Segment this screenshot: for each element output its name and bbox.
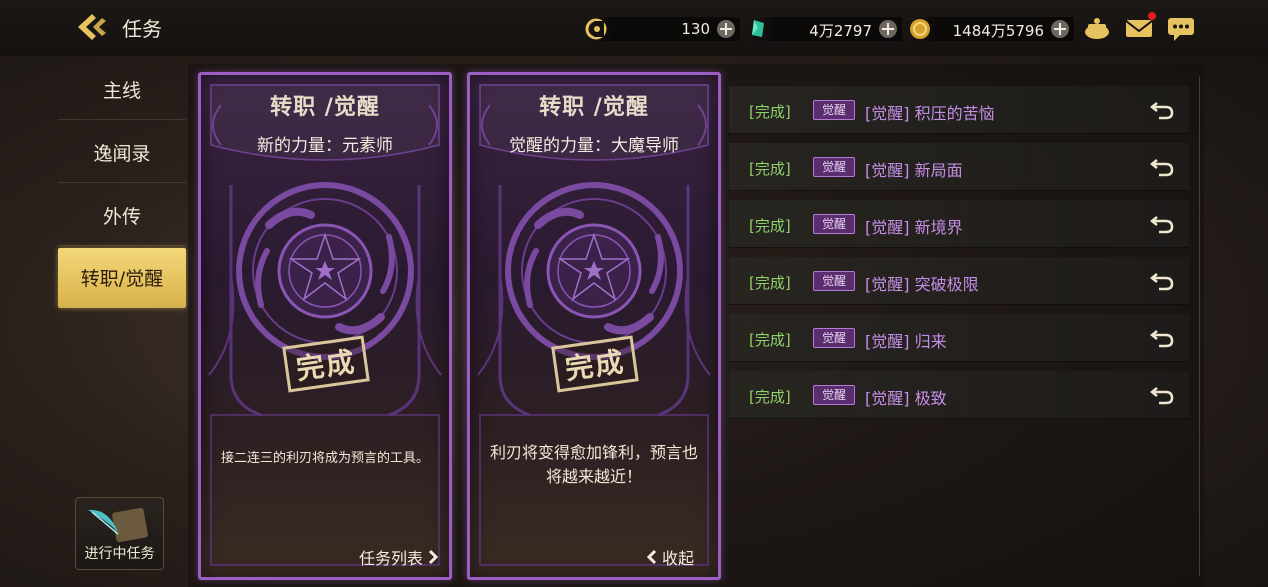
sidebar-item-anecdotes[interactable]: 逸闻录 bbox=[58, 123, 186, 183]
currency-gem: 4万2797 bbox=[752, 17, 902, 41]
sidebar-item-job-awakening[interactable]: 转职/觉醒 bbox=[58, 248, 186, 308]
add-energy-button[interactable] bbox=[716, 19, 736, 39]
card-subtitle: 觉醒的力量：大魔导师 bbox=[509, 136, 679, 156]
quest-name: [觉醒] 归来 bbox=[865, 332, 947, 351]
return-arrow-icon[interactable] bbox=[1149, 212, 1175, 236]
return-arrow-icon[interactable] bbox=[1149, 155, 1175, 179]
quest-row[interactable]: [完成] 觉醒 [觉醒] 突破极限 bbox=[729, 257, 1189, 305]
green-gem-icon bbox=[746, 17, 770, 41]
quest-name: [觉醒] 极致 bbox=[865, 389, 947, 408]
sidebar-item-label: 外传 bbox=[102, 206, 141, 228]
currency-gold: 1484万5796 bbox=[910, 17, 1074, 41]
awakening-card: 转职 /觉醒 觉醒的力量：大魔导师 完成 利刃将变得愈加锋利，预言也将越来越近！… bbox=[467, 72, 721, 580]
quest-row[interactable]: [完成] 觉醒 [觉醒] 极致 bbox=[729, 371, 1189, 419]
page-title: 任务 bbox=[122, 17, 162, 41]
gold-value: 1484万5796 bbox=[952, 22, 1044, 40]
quest-status: [完成] bbox=[749, 103, 791, 121]
quest-list-label: 任务列表 bbox=[358, 549, 423, 568]
quest-tag: 觉醒 bbox=[813, 100, 855, 120]
quest-name: [觉醒] 新局面 bbox=[865, 161, 963, 180]
ongoing-quests-label: 进行中任务 bbox=[84, 546, 155, 562]
ongoing-quests-button[interactable]: 进行中任务 bbox=[75, 497, 164, 570]
chat-icon[interactable] bbox=[1166, 14, 1196, 42]
back-arrow-icon[interactable] bbox=[76, 12, 110, 42]
mail-notification-badge bbox=[1148, 12, 1156, 20]
pot-icon[interactable] bbox=[1082, 14, 1112, 42]
collapse-label: 收起 bbox=[661, 549, 694, 568]
quest-tag: 觉醒 bbox=[813, 385, 855, 405]
collapse-link[interactable]: 收起 bbox=[646, 545, 694, 569]
card-title: 转职 /觉醒 bbox=[270, 94, 380, 120]
quest-tag: 觉醒 bbox=[813, 157, 855, 177]
quest-tag: 觉醒 bbox=[813, 271, 855, 291]
quest-row[interactable]: [完成] 觉醒 [觉醒] 归来 bbox=[729, 314, 1189, 362]
quest-status: [完成] bbox=[749, 331, 791, 349]
return-arrow-icon[interactable] bbox=[1149, 98, 1175, 122]
sidebar-item-label: 转职/觉醒 bbox=[80, 268, 164, 290]
energy-value: 130 bbox=[681, 20, 710, 38]
card-description: 接二连三的利刃将成为预言的工具。 bbox=[221, 451, 430, 466]
quest-row[interactable]: [完成] 觉醒 [觉醒] 新境界 bbox=[729, 200, 1189, 248]
sidebar-item-label: 逸闻录 bbox=[93, 143, 151, 165]
return-arrow-icon[interactable] bbox=[1149, 326, 1175, 350]
quill-book-icon bbox=[88, 507, 148, 543]
sidebar-item-side-story[interactable]: 外传 bbox=[58, 186, 186, 246]
chevron-right-icon bbox=[428, 549, 439, 565]
card-title: 转职 /觉醒 bbox=[539, 94, 649, 120]
add-gold-button[interactable] bbox=[1050, 19, 1070, 39]
chevron-left-icon bbox=[646, 549, 657, 565]
sidebar-item-main[interactable]: 主线 bbox=[58, 60, 186, 120]
currency-energy: 130 bbox=[585, 17, 740, 41]
category-sidebar: 主线 逸闻录 外传 转职/觉醒 bbox=[58, 60, 186, 320]
quest-tag: 觉醒 bbox=[813, 214, 855, 234]
top-bar: 任务 130 4万2797 1484万5796 bbox=[0, 0, 1268, 56]
return-arrow-icon[interactable] bbox=[1149, 383, 1175, 407]
quest-row[interactable]: [完成] 觉醒 [觉醒] 积压的苦恼 bbox=[729, 86, 1189, 134]
quest-name: [觉醒] 新境界 bbox=[865, 218, 963, 237]
list-frame bbox=[1192, 76, 1200, 576]
quest-row[interactable]: [完成] 觉醒 [觉醒] 新局面 bbox=[729, 143, 1189, 191]
quest-name: [觉醒] 突破极限 bbox=[865, 275, 979, 294]
card-description: 利刃将变得愈加锋利，预言也将越来越近！ bbox=[490, 443, 699, 486]
quest-status: [完成] bbox=[749, 388, 791, 406]
gem-value: 4万2797 bbox=[809, 22, 872, 40]
quest-list-link[interactable]: 任务列表 bbox=[359, 545, 439, 569]
job-change-card: 转职 /觉醒 新的力量：元素师 完成 接二连三的利刃将成为预言的工具。 任务列表 bbox=[198, 72, 452, 580]
gold-coin-icon bbox=[908, 17, 932, 41]
energy-icon bbox=[584, 17, 608, 41]
quest-name: [觉醒] 积压的苦恼 bbox=[865, 104, 995, 123]
card-subtitle: 新的力量：元素师 bbox=[257, 136, 393, 156]
quest-status: [完成] bbox=[749, 274, 791, 292]
quest-tag: 觉醒 bbox=[813, 328, 855, 348]
quest-status: [完成] bbox=[749, 160, 791, 178]
return-arrow-icon[interactable] bbox=[1149, 269, 1175, 293]
sidebar-item-label: 主线 bbox=[102, 80, 141, 102]
add-gem-button[interactable] bbox=[878, 19, 898, 39]
quest-status: [完成] bbox=[749, 217, 791, 235]
